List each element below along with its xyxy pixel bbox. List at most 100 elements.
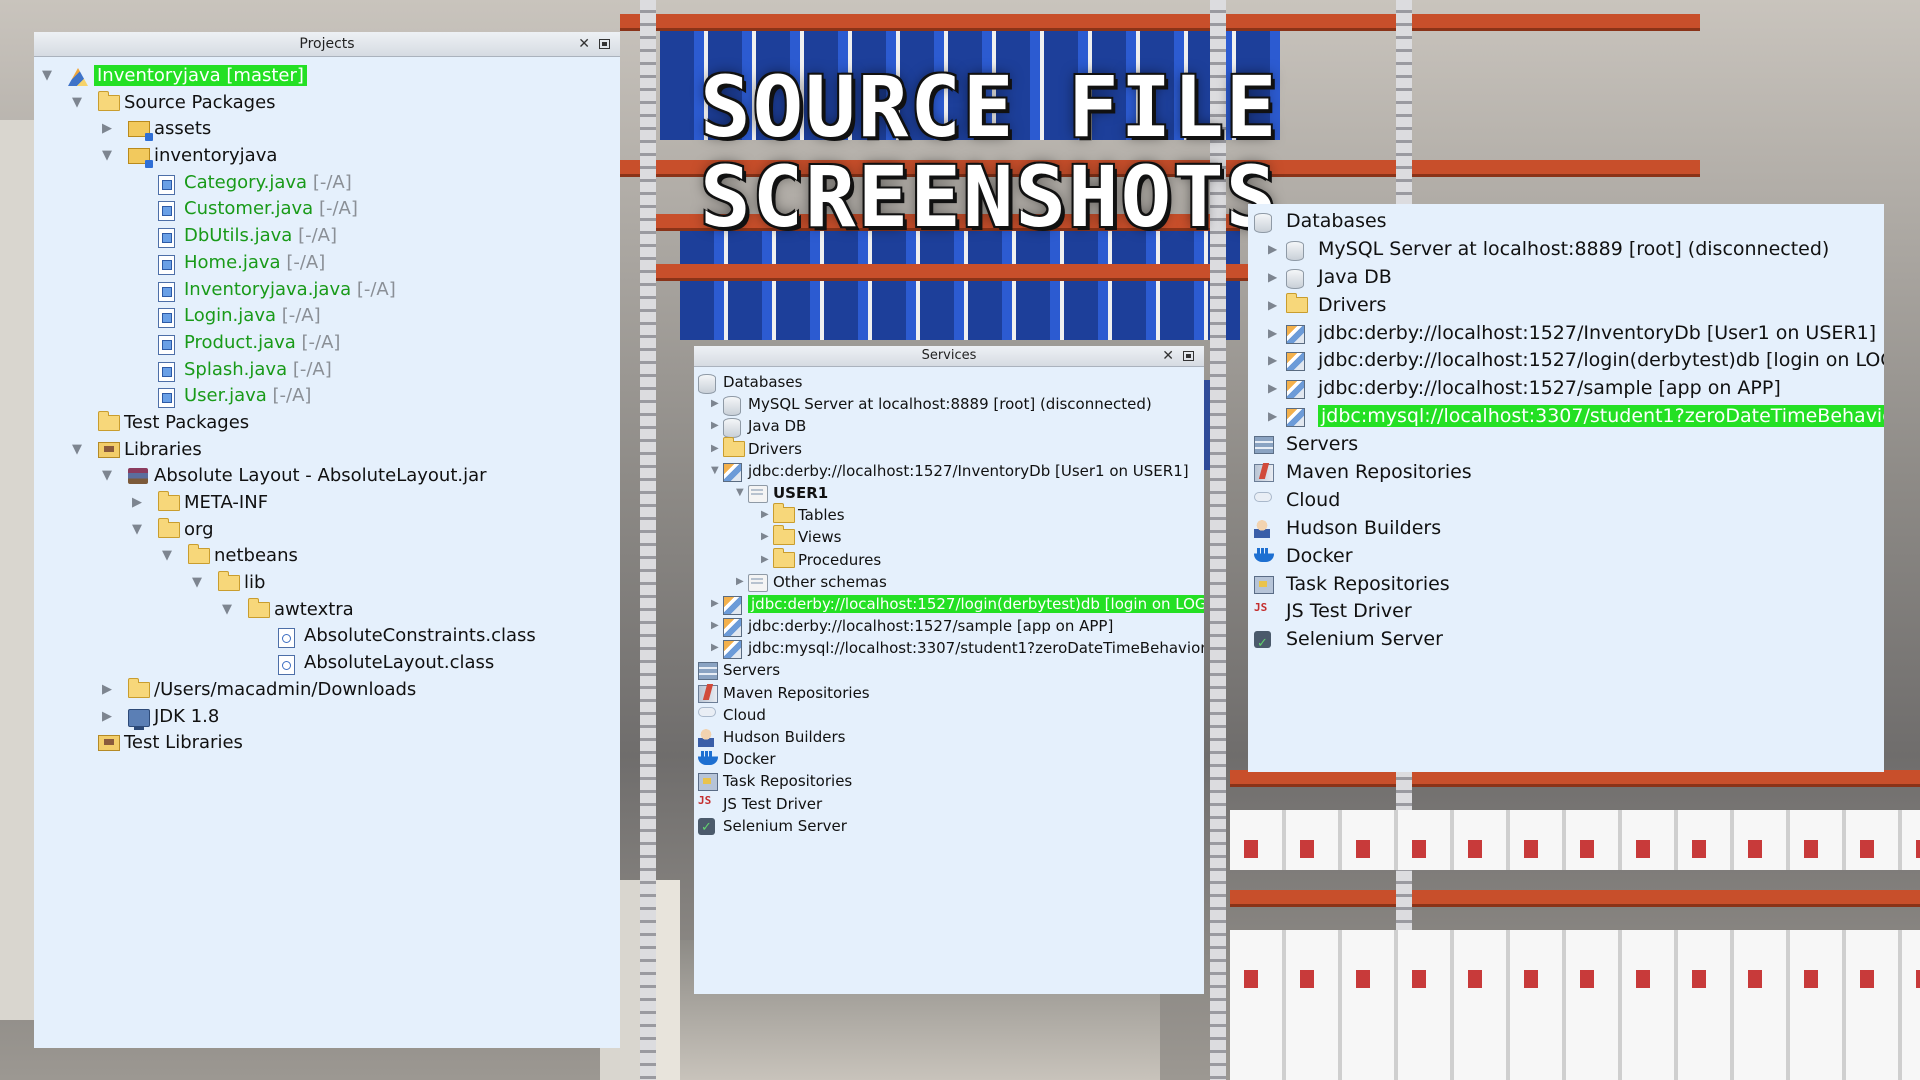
chevron-down-icon[interactable]: ▼ <box>162 543 172 570</box>
tree-row[interactable]: AbsoluteLayout.class <box>34 650 620 677</box>
tree-row[interactable]: ▼ jdbc:derby://localhost:1527/InventoryDb… <box>694 460 1204 482</box>
tree-row[interactable]: Splash.java [-/A] <box>34 357 620 384</box>
tree-row[interactable]: Login.java [-/A] <box>34 303 620 330</box>
tree-row[interactable]: ▶ /Users/macadmin/Downloads <box>34 677 620 704</box>
chevron-right-icon[interactable]: ▶ <box>711 393 719 415</box>
chevron-right-icon[interactable]: ▶ <box>711 438 719 460</box>
tree-row[interactable]: Task Repositories <box>1248 571 1884 599</box>
chevron-right-icon[interactable]: ▶ <box>1268 375 1277 403</box>
tree-row[interactable]: ▼ Libraries <box>34 437 620 464</box>
chevron-right-icon[interactable]: ▶ <box>711 637 719 659</box>
tree-row[interactable]: User.java [-/A] <box>34 383 620 410</box>
tree-row[interactable]: Docker <box>1248 543 1884 571</box>
tree-row[interactable]: ▼ netbeans <box>34 543 620 570</box>
tree-row[interactable]: Hudson Builders <box>1248 515 1884 543</box>
tree-row[interactable]: Databases <box>1248 208 1884 236</box>
tree-row[interactable]: ▶ Drivers <box>1248 292 1884 320</box>
tree-row[interactable]: Cloud <box>1248 487 1884 515</box>
tree-row[interactable]: Cloud <box>694 704 1204 726</box>
chevron-right-icon[interactable]: ▶ <box>1268 292 1277 320</box>
tree-row[interactable]: ▼ inventoryjava <box>34 143 620 170</box>
tree-row[interactable]: ▶ jdbc:derby://localhost:1527/login(derby… <box>694 593 1204 615</box>
chevron-down-icon[interactable]: ▼ <box>102 143 112 170</box>
tree-row[interactable]: Servers <box>1248 431 1884 459</box>
tree-row[interactable]: ▼ org <box>34 517 620 544</box>
tree-row[interactable]: Hudson Builders <box>694 726 1204 748</box>
close-icon[interactable]: ✕ <box>1162 346 1174 366</box>
tree-row[interactable]: ▶ MySQL Server at localhost:8889 [root] (… <box>694 393 1204 417</box>
chevron-right-icon[interactable]: ▶ <box>1268 264 1277 292</box>
tree-row[interactable]: ▶ MySQL Server at localhost:8889 [root] (… <box>1248 236 1884 264</box>
tree-row[interactable]: AbsoluteConstraints.class <box>34 623 620 650</box>
tree-row[interactable]: ▼ awtextra <box>34 597 620 624</box>
maximize-icon[interactable] <box>1183 351 1194 361</box>
tree-row[interactable]: ▶ jdbc:derby://localhost:1527/login(derby… <box>1248 347 1884 375</box>
tree-row[interactable]: ▶ Other schemas <box>694 571 1204 593</box>
tree-row[interactable]: JS JS Test Driver <box>694 793 1204 815</box>
tree-row[interactable]: Maven Repositories <box>1248 459 1884 487</box>
chevron-right-icon[interactable]: ▶ <box>1268 320 1277 348</box>
chevron-right-icon[interactable]: ▶ <box>711 593 719 615</box>
tree-row[interactable]: ▶ jdbc:mysql://localhost:3307/student1?ze… <box>1248 403 1884 431</box>
js-icon: JS <box>698 793 712 807</box>
chevron-down-icon[interactable]: ▼ <box>72 90 82 117</box>
tree-row[interactable]: Selenium Server <box>694 815 1204 839</box>
close-icon[interactable]: ✕ <box>578 32 590 56</box>
chevron-down-icon[interactable]: ▼ <box>711 460 719 482</box>
tree-row[interactable]: ▶ Views <box>694 525 1204 548</box>
tree-row[interactable]: Home.java [-/A] <box>34 250 620 277</box>
tree-row[interactable]: ▶ Procedures <box>694 547 1204 571</box>
chevron-right-icon[interactable]: ▶ <box>1268 403 1277 431</box>
chevron-right-icon[interactable]: ▶ <box>132 490 142 517</box>
tree-row[interactable]: Servers <box>694 659 1204 681</box>
tree-row[interactable]: Task Repositories <box>694 770 1204 792</box>
chevron-right-icon[interactable]: ▶ <box>711 415 719 437</box>
chevron-right-icon[interactable]: ▶ <box>1268 347 1277 375</box>
chevron-down-icon[interactable]: ▼ <box>72 437 82 464</box>
tree-row[interactable]: ▶ assets <box>34 116 620 143</box>
tree-row[interactable]: DbUtils.java [-/A] <box>34 223 620 250</box>
tree-row[interactable]: ▼ USER1 <box>694 482 1204 504</box>
tree-row[interactable]: Test Libraries <box>34 730 620 757</box>
tree-row[interactable]: ▶ jdbc:derby://localhost:1527/sample [app… <box>694 615 1204 638</box>
tree-row[interactable]: ▼ Inventoryjava [master] <box>34 63 620 90</box>
chevron-down-icon[interactable]: ▼ <box>42 63 52 90</box>
chevron-right-icon[interactable]: ▶ <box>761 549 769 571</box>
tree-row[interactable]: Product.java [-/A] <box>34 330 620 357</box>
tree-row[interactable]: Inventoryjava.java [-/A] <box>34 277 620 304</box>
tree-row[interactable]: ▼ lib <box>34 570 620 597</box>
tree-row[interactable]: ▶ jdbc:derby://localhost:1527/InventoryDb… <box>1248 320 1884 348</box>
chevron-right-icon[interactable]: ▶ <box>711 615 719 637</box>
tree-row[interactable]: ▶ jdbc:derby://localhost:1527/sample [app… <box>1248 375 1884 403</box>
tree-row[interactable]: Selenium Server <box>1248 626 1884 658</box>
tree-row[interactable]: JS JS Test Driver <box>1248 598 1884 626</box>
tree-row[interactable]: Maven Repositories <box>694 682 1204 704</box>
tree-row[interactable]: Category.java [-/A] <box>34 170 620 197</box>
tree-row[interactable]: ▶ Java DB <box>1248 264 1884 292</box>
tree-row[interactable]: Customer.java [-/A] <box>34 196 620 223</box>
chevron-right-icon[interactable]: ▶ <box>102 704 112 731</box>
chevron-right-icon[interactable]: ▶ <box>102 677 112 704</box>
tree-row[interactable]: ▶ Drivers <box>694 436 1204 460</box>
tree-row[interactable]: ▶ META-INF <box>34 490 620 517</box>
chevron-down-icon[interactable]: ▼ <box>102 463 112 490</box>
tree-row[interactable]: ▶ JDK 1.8 <box>34 704 620 731</box>
tree-row[interactable]: ▶ jdbc:mysql://localhost:3307/student1?ze… <box>694 637 1204 660</box>
chevron-right-icon[interactable]: ▶ <box>102 116 112 143</box>
chevron-down-icon[interactable]: ▼ <box>192 570 202 597</box>
chevron-right-icon[interactable]: ▶ <box>761 504 769 526</box>
chevron-right-icon[interactable]: ▶ <box>1268 236 1277 264</box>
tree-row[interactable]: Databases <box>694 371 1204 394</box>
chevron-down-icon[interactable]: ▼ <box>222 597 232 624</box>
chevron-right-icon[interactable]: ▶ <box>761 526 769 548</box>
tree-row[interactable]: Test Packages <box>34 410 620 437</box>
chevron-right-icon[interactable]: ▶ <box>736 571 744 593</box>
tree-row[interactable]: ▼ Source Packages <box>34 90 620 117</box>
tree-row[interactable]: ▼ Absolute Layout - AbsoluteLayout.jar <box>34 463 620 490</box>
chevron-down-icon[interactable]: ▼ <box>132 517 142 544</box>
tree-row[interactable]: Docker <box>694 748 1204 770</box>
tree-row[interactable]: ▶ Tables <box>694 503 1204 526</box>
tree-row[interactable]: ▶ Java DB <box>694 415 1204 439</box>
chevron-down-icon[interactable]: ▼ <box>736 482 744 504</box>
maximize-icon[interactable] <box>599 39 610 49</box>
